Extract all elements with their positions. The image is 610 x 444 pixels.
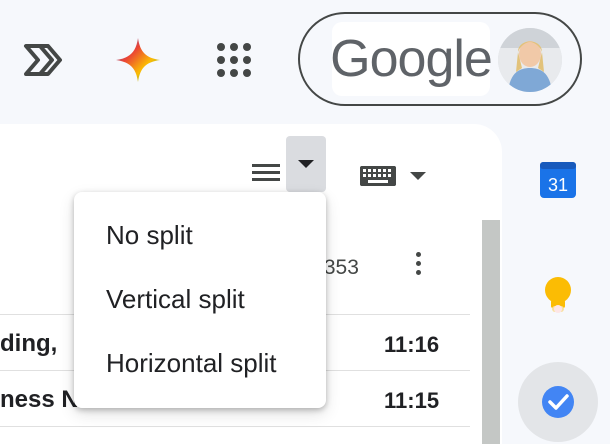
google-logo: Google	[330, 22, 493, 96]
keep-button[interactable]	[538, 272, 578, 316]
menu-item-horizontal-split[interactable]: Horizontal split	[74, 332, 326, 394]
scrollbar-thumb[interactable]	[482, 220, 500, 444]
double-chevron-icon	[24, 44, 62, 76]
caret-down-icon	[298, 160, 314, 168]
row-time: 11:16	[384, 332, 440, 357]
tasks-check-icon	[542, 386, 574, 418]
tasks-button[interactable]	[540, 384, 576, 420]
calendar-day: 31	[548, 175, 568, 195]
gemini-button[interactable]	[114, 36, 162, 84]
account-switcher[interactable]: Google	[298, 12, 582, 106]
split-pane-dropdown-button[interactable]	[286, 136, 326, 192]
calendar-button[interactable]: 31	[538, 160, 578, 200]
google-apps-button[interactable]	[210, 36, 258, 84]
split-pane-menu: No split Vertical split Horizontal split	[74, 192, 326, 408]
menu-item-vertical-split[interactable]: Vertical split	[74, 268, 326, 330]
keep-bulb-icon	[545, 277, 571, 313]
row-time: 11:15	[384, 388, 440, 413]
calendar-icon: 31	[540, 162, 576, 198]
density-toggle-button[interactable]	[252, 164, 280, 186]
row-sender[interactable]: ding,	[0, 330, 57, 358]
profile-photo	[498, 28, 562, 92]
app-launcher-button[interactable]	[20, 38, 64, 82]
row-divider	[0, 426, 470, 427]
more-options-button[interactable]	[408, 252, 428, 284]
keyboard-icon	[360, 166, 396, 186]
gemini-star-icon	[116, 38, 160, 82]
menu-item-no-split[interactable]: No split	[74, 204, 326, 266]
chevron-down-icon	[410, 172, 426, 180]
input-tools-button[interactable]	[360, 164, 432, 188]
avatar[interactable]	[498, 28, 562, 92]
apps-grid-icon	[217, 43, 251, 77]
